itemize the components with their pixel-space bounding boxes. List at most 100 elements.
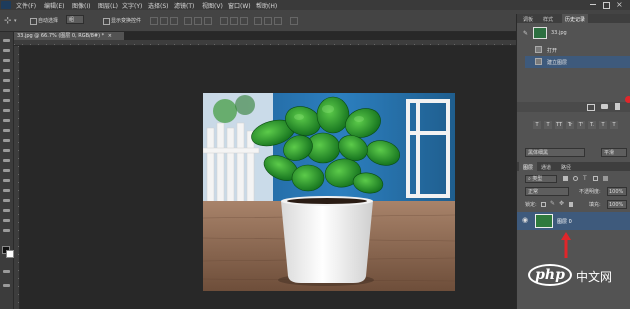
minimize-icon[interactable] [590, 4, 596, 5]
quick-mask-icon[interactable] [3, 270, 10, 273]
menu-filter[interactable]: 滤镜(T) [174, 1, 194, 10]
menu-image[interactable]: 图像(I) [72, 1, 90, 10]
align-vcenter-icon[interactable] [160, 17, 168, 25]
lock-transparency-icon[interactable] [541, 202, 546, 207]
snapshot-brush-icon: ✎ [523, 30, 529, 37]
healing-tool-icon[interactable] [3, 99, 10, 102]
align-hcenter-icon[interactable] [194, 17, 202, 25]
opacity-input[interactable]: 100% [607, 187, 627, 196]
history-brush-tool-icon[interactable] [3, 129, 10, 132]
superscript-button[interactable]: T' [577, 121, 585, 129]
document-tab[interactable]: 33.jpg @ 66.7% (图层 0, RGB/8#) * × [14, 32, 124, 40]
show-transform-checkbox[interactable] [103, 18, 110, 25]
menu-view[interactable]: 视图(V) [202, 1, 223, 10]
filter-smart-icon[interactable] [603, 176, 608, 181]
tab-channels[interactable]: 通道 [541, 164, 551, 171]
hand-tool-icon[interactable] [3, 219, 10, 222]
distribute-vcenter-icon[interactable] [230, 17, 238, 25]
blend-mode-dropdown[interactable]: 正常 [525, 187, 569, 196]
filter-pixel-icon[interactable] [563, 176, 568, 181]
align-left-icon[interactable] [184, 17, 192, 25]
move-tool-icon[interactable] [3, 39, 10, 42]
anti-alias-dropdown[interactable]: 平滑 [601, 148, 627, 157]
lock-brush-icon[interactable]: ✎ [550, 200, 555, 207]
filter-shape-icon[interactable] [593, 176, 598, 181]
menu-select[interactable]: 选择(S) [148, 1, 169, 10]
tab-paths[interactable]: 路径 [561, 164, 571, 171]
distribute-bottom-icon[interactable] [240, 17, 248, 25]
distribute-top-icon[interactable] [220, 17, 228, 25]
auto-select-dropdown[interactable]: 组 [66, 15, 84, 24]
document-tab-title: 33.jpg @ 66.7% (图层 0, RGB/8#) * [17, 33, 105, 39]
screen-mode-icon[interactable] [3, 284, 10, 287]
crop-tool-icon[interactable] [3, 79, 10, 82]
font-family-dropdown[interactable]: 黑体细黑 [525, 148, 585, 157]
lock-all-icon[interactable] [569, 202, 573, 207]
layer-row[interactable]: ◉ 图层 0 [517, 212, 630, 230]
lasso-tool-icon[interactable] [3, 59, 10, 62]
menu-file[interactable]: 文件(F) [16, 1, 36, 10]
move-tool-icon[interactable]: ⊹ [4, 16, 12, 26]
layer-filter-dropdown[interactable]: ⌕ 类型 [525, 175, 557, 183]
subscript-button[interactable]: T. [588, 121, 596, 129]
menu-help[interactable]: 帮助(H) [256, 1, 277, 10]
lock-position-icon[interactable]: ✥ [559, 200, 564, 207]
history-state[interactable]: 打开 [525, 44, 630, 56]
align-bottom-icon[interactable] [170, 17, 178, 25]
filter-type-icon[interactable]: T [583, 175, 587, 182]
all-caps-button[interactable]: TT [555, 121, 563, 129]
align-top-icon[interactable] [150, 17, 158, 25]
history-state-icon [535, 46, 542, 53]
type-tool-icon[interactable] [3, 189, 10, 192]
new-document-from-state-icon[interactable] [587, 104, 595, 111]
toolbox [0, 32, 14, 309]
eraser-tool-icon[interactable] [3, 139, 10, 142]
delete-state-icon[interactable] [615, 103, 620, 110]
distribute-hcenter-icon[interactable] [264, 17, 272, 25]
history-state-selected[interactable]: 建立图层 [525, 56, 630, 68]
menu-layer[interactable]: 图层(L) [98, 1, 118, 10]
faux-italic-button[interactable]: T [544, 121, 552, 129]
align-right-icon[interactable] [204, 17, 212, 25]
tab-swatches[interactable]: 调板 [523, 16, 533, 23]
tab-history[interactable]: 历史记录 [562, 14, 589, 25]
shape-tool-icon[interactable] [3, 209, 10, 212]
history-snapshot[interactable]: ✎ 33.jpg [523, 27, 628, 41]
quick-select-tool-icon[interactable] [3, 69, 10, 72]
gradient-tool-icon[interactable] [3, 149, 10, 152]
clone-stamp-tool-icon[interactable] [3, 119, 10, 122]
distribute-left-icon[interactable] [254, 17, 262, 25]
underline-button[interactable]: T [599, 121, 607, 129]
dodge-tool-icon[interactable] [3, 169, 10, 172]
blur-tool-icon[interactable] [3, 159, 10, 162]
pen-tool-icon[interactable] [3, 179, 10, 182]
auto-select-checkbox[interactable] [30, 18, 37, 25]
faux-bold-button[interactable]: T [533, 121, 541, 129]
menu-window[interactable]: 窗口(W) [228, 1, 251, 10]
background-color-swatch[interactable] [6, 250, 14, 258]
distribute-right-icon[interactable] [274, 17, 282, 25]
document-tab-close-icon[interactable]: × [108, 33, 112, 39]
close-icon[interactable]: × [616, 0, 623, 9]
maximize-icon[interactable] [603, 2, 610, 9]
document-image[interactable] [203, 93, 455, 291]
snapshot-name: 33.jpg [551, 30, 567, 36]
filter-adjust-icon[interactable] [573, 176, 578, 181]
marquee-tool-icon[interactable] [3, 49, 10, 52]
auto-align-icon[interactable] [290, 17, 298, 25]
tab-styles[interactable]: 样式 [543, 16, 553, 23]
zoom-tool-icon[interactable] [3, 229, 10, 232]
path-select-tool-icon[interactable] [3, 199, 10, 202]
menu-edit[interactable]: 编辑(E) [44, 1, 64, 10]
menu-type[interactable]: 文字(Y) [122, 1, 142, 10]
tool-preset-chevron-icon[interactable]: ▾ [14, 18, 17, 24]
fill-input[interactable]: 100% [607, 200, 627, 209]
small-caps-button[interactable]: Tr [566, 121, 574, 129]
snapshot-camera-icon[interactable] [601, 104, 608, 109]
strikethrough-button[interactable]: T [610, 121, 618, 129]
layer-name[interactable]: 图层 0 [557, 218, 572, 225]
tab-layers[interactable]: 图层 [519, 162, 538, 173]
eyedropper-tool-icon[interactable] [3, 89, 10, 92]
brush-tool-icon[interactable] [3, 109, 10, 112]
layer-visibility-eye-icon[interactable]: ◉ [522, 216, 528, 224]
